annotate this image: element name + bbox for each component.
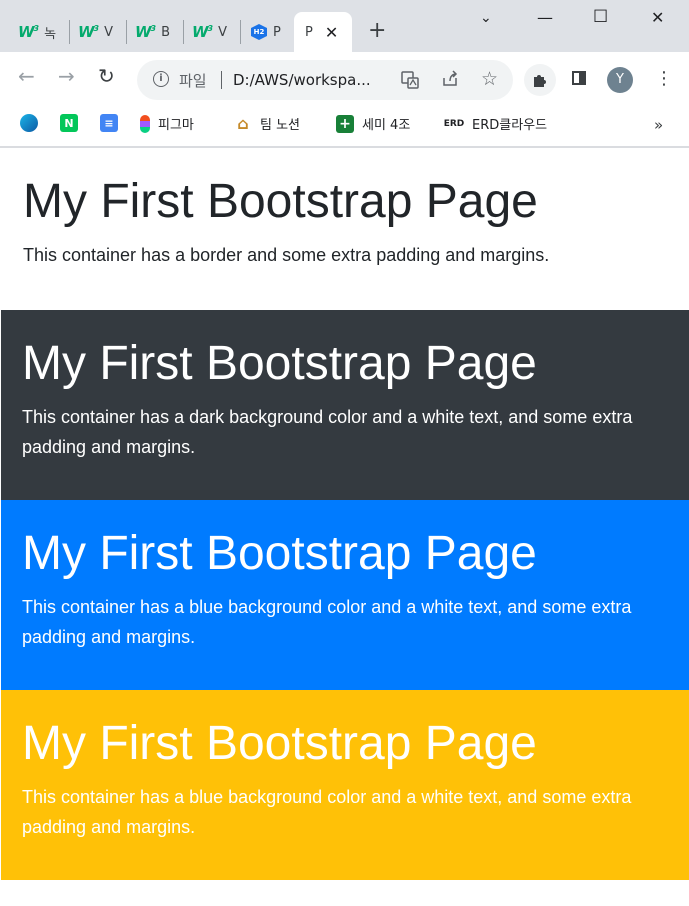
naver-icon: N <box>60 114 78 132</box>
browser-tab-strip: W3 녹 W3 V W3 B W3 V H2 P P ✕ + ⌄ — ☐ ✕ <box>0 0 689 52</box>
bookmark-label: 피그마 <box>158 118 194 133</box>
back-button[interactable]: ← <box>18 66 35 86</box>
bookmarks-bar: N ≡ 피그마 ⌂ 팀 노션 + 세미 4조 ERD ERD클라우드 » <box>0 108 689 148</box>
divider <box>221 71 222 89</box>
h2-database-icon: H2 <box>251 24 267 40</box>
close-window-button[interactable]: ✕ <box>651 8 664 27</box>
w3schools-icon: W3 <box>78 23 99 41</box>
container-text: This container has a blue background col… <box>22 597 632 647</box>
bookmark-star-icon[interactable]: ☆ <box>481 68 498 90</box>
page-heading: My First Bootstrap Page <box>23 175 538 228</box>
container-warning: My First Bootstrap Page This container h… <box>1 690 689 880</box>
browser-toolbar: ← → ↻ i 파일 D:/AWS/workspa... ☆ Y ⋮ <box>0 52 689 108</box>
page-heading: My First Bootstrap Page <box>22 527 537 580</box>
container-text: This container has a dark background col… <box>22 407 633 457</box>
tab-title: V <box>218 24 228 40</box>
tab-title: B <box>161 24 171 40</box>
scheme-label: 파일 <box>179 72 207 90</box>
container-text: This container has a border and some ext… <box>23 245 550 265</box>
tab-title: P <box>305 24 313 40</box>
tab-separator <box>126 20 127 44</box>
w3schools-icon: W3 <box>18 23 39 41</box>
more-menu-icon[interactable]: ⋮ <box>655 67 673 91</box>
bookmark-label: ERD클라우드 <box>472 118 548 133</box>
bookmark-item[interactable]: N <box>60 114 78 132</box>
container-bordered: My First Bootstrap Page This container h… <box>1 148 689 310</box>
bookmark-label: 팀 노션 <box>260 118 301 133</box>
bookmark-item[interactable]: 피그마 <box>140 114 194 133</box>
side-panel-icon[interactable] <box>572 71 586 85</box>
new-tab-button[interactable]: + <box>368 20 386 42</box>
w3schools-icon: W3 <box>192 23 213 41</box>
container-primary: My First Bootstrap Page This container h… <box>1 500 689 690</box>
bookmark-item[interactable]: + 세미 4조 <box>336 114 410 133</box>
avatar[interactable]: Y <box>607 67 633 93</box>
browser-tab[interactable]: W3 V <box>192 12 236 52</box>
minimize-button[interactable]: — <box>537 8 553 27</box>
w3schools-icon: W3 <box>135 23 156 41</box>
browser-tab-active[interactable]: P ✕ <box>294 12 352 52</box>
maximize-button[interactable]: ☐ <box>593 7 608 27</box>
bookmark-label: 세미 4조 <box>362 118 411 133</box>
erd-icon: ERD <box>443 118 465 129</box>
tab-search-icon[interactable]: ⌄ <box>480 10 492 26</box>
url-text[interactable]: D:/AWS/workspa... <box>233 71 371 89</box>
close-tab-icon[interactable]: ✕ <box>325 23 338 42</box>
address-bar[interactable]: i 파일 D:/AWS/workspa... ☆ <box>137 60 513 100</box>
tab-title: 녹 <box>44 26 57 42</box>
extensions-icon[interactable] <box>524 64 556 96</box>
forward-button[interactable]: → <box>58 66 75 86</box>
page-heading: My First Bootstrap Page <box>22 717 537 770</box>
reload-button[interactable]: ↻ <box>98 66 115 86</box>
container-text: This container has a blue background col… <box>22 787 632 837</box>
container-dark: My First Bootstrap Page This container h… <box>1 310 689 500</box>
info-icon[interactable]: i <box>153 71 169 87</box>
tab-title: P <box>273 24 281 40</box>
bookmark-item[interactable]: ⌂ 팀 노션 <box>234 114 300 133</box>
bookmark-item[interactable]: ERD ERD클라우드 <box>444 114 547 133</box>
house-icon: ⌂ <box>237 114 249 133</box>
bookmarks-overflow-button[interactable]: » <box>654 116 663 134</box>
page-viewport: My First Bootstrap Page This container h… <box>1 148 689 906</box>
tab-separator <box>240 20 241 44</box>
bookmark-item[interactable]: ≡ <box>100 114 118 132</box>
sheets-icon: + <box>336 114 354 133</box>
tab-title: V <box>104 24 114 40</box>
browser-tab[interactable]: H2 P <box>251 12 291 52</box>
figma-icon <box>140 114 150 133</box>
bookmark-item[interactable] <box>20 114 38 132</box>
share-icon[interactable] <box>441 70 459 92</box>
browser-tab[interactable]: W3 B <box>135 12 179 52</box>
tab-separator <box>69 20 70 44</box>
tab-separator <box>183 20 184 44</box>
page-heading: My First Bootstrap Page <box>22 337 537 390</box>
browser-tab[interactable]: W3 V <box>78 12 122 52</box>
docs-icon: ≡ <box>100 114 118 132</box>
edge-icon <box>20 114 38 132</box>
translate-icon[interactable] <box>401 71 419 93</box>
browser-tab[interactable]: W3 녹 <box>18 12 64 52</box>
